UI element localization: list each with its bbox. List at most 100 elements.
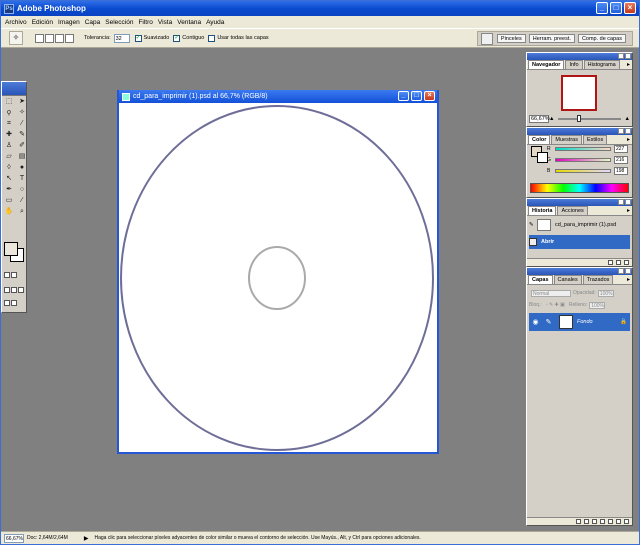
brush-tool-icon[interactable]: ✎ <box>16 130 28 140</box>
stamp-tool-icon[interactable]: ♙ <box>3 141 15 151</box>
well-tab-composiciones[interactable]: Comp. de capas <box>577 34 626 43</box>
dodge-tool-icon[interactable]: ● <box>16 163 28 173</box>
menu-archivo[interactable]: Archivo <box>5 19 27 26</box>
doc-minimize-button[interactable]: _ <box>398 91 409 101</box>
red-slider[interactable] <box>555 147 611 151</box>
panel-menu-arrow-icon[interactable]: ▸ <box>627 61 630 68</box>
menu-imagen[interactable]: Imagen <box>58 19 80 26</box>
panel-minimize-icon[interactable] <box>618 268 624 274</box>
panel-menu-arrow-icon[interactable]: ▸ <box>627 207 630 214</box>
link-layers-icon[interactable] <box>576 519 581 524</box>
eyedropper-tool-icon[interactable]: ⁄ <box>16 196 28 206</box>
history-brush-icon[interactable]: ✐ <box>16 141 28 151</box>
panel-close-icon[interactable] <box>625 128 631 134</box>
blend-mode-select[interactable]: Normal <box>531 289 571 297</box>
brush-icon[interactable] <box>480 32 493 45</box>
opacity-input[interactable]: 100% <box>597 289 614 297</box>
pen-tool-icon[interactable]: ✒ <box>3 185 15 195</box>
panel-titlebar[interactable] <box>527 199 632 206</box>
tolerance-input[interactable]: 32 <box>113 33 130 43</box>
all-layers-checkbox[interactable]: Usar todas las capas <box>208 34 269 42</box>
menu-seleccion[interactable]: Selección <box>105 19 133 26</box>
minimize-button[interactable]: _ <box>596 2 608 14</box>
path-select-icon[interactable]: ↖ <box>3 174 15 184</box>
doc-maximize-button[interactable]: □ <box>411 91 422 101</box>
screen-mode-1-icon[interactable] <box>4 287 10 293</box>
zoom-tool-icon[interactable]: ⌕ <box>16 207 28 217</box>
add-selection-icon[interactable] <box>45 33 54 43</box>
trash-icon[interactable] <box>624 519 629 524</box>
panel-minimize-icon[interactable] <box>618 199 624 205</box>
tab-navegador[interactable]: Navegador <box>528 60 565 69</box>
blue-value-input[interactable]: 198 <box>614 167 628 175</box>
status-zoom-field[interactable]: 66,67% <box>4 533 24 543</box>
magic-wand-tool-icon[interactable]: ✧ <box>16 108 28 118</box>
blue-slider[interactable] <box>555 169 611 173</box>
navigator-thumbnail[interactable] <box>561 75 597 111</box>
maximize-button[interactable]: □ <box>610 2 622 14</box>
panel-minimize-icon[interactable] <box>618 128 624 134</box>
crop-tool-icon[interactable]: ⌗ <box>3 119 15 129</box>
panel-menu-arrow-icon[interactable]: ▸ <box>627 276 630 283</box>
magic-wand-tool-preset[interactable]: ✧ <box>9 31 23 45</box>
tab-capas[interactable]: Capas <box>528 275 553 284</box>
notes-tool-icon[interactable]: ▭ <box>3 196 15 206</box>
toolbox-header[interactable] <box>2 82 26 96</box>
quickmask-mode-icon[interactable] <box>11 272 17 278</box>
checkmark-icon[interactable] <box>11 300 17 306</box>
history-snapshot[interactable]: ✎ cd_para_imprimir (1).psd <box>529 218 630 232</box>
subtract-selection-icon[interactable] <box>55 33 64 43</box>
well-tab-pinceles[interactable]: Pinceles <box>496 34 526 43</box>
green-slider[interactable] <box>555 158 611 162</box>
antialias-checkbox[interactable]: ✓ Suavizado <box>134 34 169 42</box>
menu-ventana[interactable]: Ventana <box>177 19 201 26</box>
type-tool-icon[interactable]: T <box>16 174 28 184</box>
tab-muestras[interactable]: Muestras <box>551 135 582 144</box>
new-group-icon[interactable] <box>600 519 605 524</box>
shape-tool-icon[interactable]: ○ <box>16 185 28 195</box>
panel-titlebar[interactable] <box>527 268 632 275</box>
close-button[interactable]: × <box>624 2 636 14</box>
layer-style-icon[interactable] <box>584 519 589 524</box>
adjustment-layer-icon[interactable] <box>608 519 613 524</box>
tab-info[interactable]: Info <box>565 60 583 69</box>
panel-titlebar[interactable] <box>527 53 632 60</box>
healing-tool-icon[interactable]: ✚ <box>3 130 15 140</box>
slice-tool-icon[interactable]: ⁄ <box>16 119 28 129</box>
panel-close-icon[interactable] <box>625 199 631 205</box>
menu-filtro[interactable]: Filtro <box>138 19 152 26</box>
navigator-zoom-slider[interactable] <box>558 115 621 122</box>
navigator-zoom-field[interactable]: 66,67% <box>529 115 550 123</box>
standard-mode-icon[interactable] <box>4 272 10 278</box>
zoom-out-icon[interactable]: ▲ <box>549 116 554 122</box>
history-state-abrir[interactable]: Abrir <box>529 235 630 249</box>
hand-tool-icon[interactable]: ✋ <box>3 207 15 217</box>
contiguous-checkbox[interactable]: ✓ Contiguo <box>173 34 204 42</box>
menu-ayuda[interactable]: Ayuda <box>206 19 224 26</box>
zoom-in-icon[interactable]: ▲ <box>625 116 630 122</box>
new-snapshot-icon[interactable] <box>616 260 621 265</box>
foreground-color-swatch[interactable] <box>4 242 18 256</box>
tab-color[interactable]: Color <box>528 135 551 144</box>
fill-input[interactable]: 100% <box>589 301 606 309</box>
eye-icon[interactable]: ◉ <box>531 318 540 327</box>
green-value-input[interactable]: 216 <box>614 156 628 164</box>
intersect-selection-icon[interactable] <box>65 33 74 43</box>
trash-icon[interactable] <box>624 260 629 265</box>
jump-to-imageready-icon[interactable] <box>4 300 10 306</box>
well-tab-herramientas[interactable]: Herram. preest. <box>528 34 575 43</box>
screen-mode-3-icon[interactable] <box>18 287 24 293</box>
panel-close-icon[interactable] <box>625 268 631 274</box>
move-tool-icon[interactable]: ➤ <box>16 97 28 107</box>
doc-close-button[interactable]: × <box>424 91 435 101</box>
new-document-from-state-icon[interactable] <box>608 260 613 265</box>
marquee-tool-icon[interactable]: ⬚ <box>3 97 15 107</box>
panel-minimize-icon[interactable] <box>618 53 624 59</box>
new-selection-icon[interactable] <box>35 33 44 43</box>
tab-historia[interactable]: Historia <box>528 206 557 215</box>
panel-menu-arrow-icon[interactable]: ▸ <box>627 136 630 143</box>
eraser-tool-icon[interactable]: ▱ <box>3 152 15 162</box>
blur-tool-icon[interactable]: ◊ <box>3 163 15 173</box>
layer-row-fondo[interactable]: ◉ ✎ Fondo 🔒 <box>529 313 630 331</box>
menu-capa[interactable]: Capa <box>85 19 101 26</box>
